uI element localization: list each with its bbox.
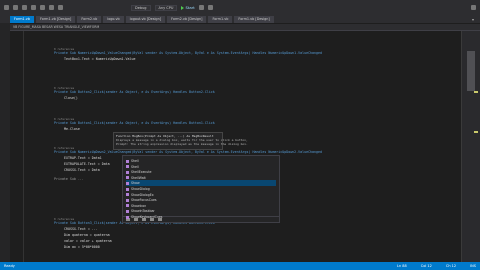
status-text: Ready <box>4 264 15 268</box>
method-icon <box>126 170 129 174</box>
forward-icon[interactable] <box>13 5 18 10</box>
code-line: TextBox1.Text = NumericUpDown1.Value <box>64 57 136 61</box>
code-line: Private Sub ... <box>54 177 84 181</box>
method-icon <box>126 181 129 185</box>
code-line: Me.Close <box>64 127 80 131</box>
scroll-marker <box>474 131 478 133</box>
tooltip-parameter: Prompt: The string expression displayed … <box>116 142 248 146</box>
platform-combo[interactable]: Any CPU <box>154 4 178 11</box>
method-icon <box>126 198 129 202</box>
code-line: valor = valor + quaterna <box>64 239 112 243</box>
status-bar: Ready Ln 88 Col 12 Ch 12 INS <box>0 262 480 270</box>
redo-icon[interactable] <box>58 5 63 10</box>
method-icon <box>126 187 129 191</box>
back-icon[interactable] <box>4 5 9 10</box>
code-line: Private Sub Button2_Click(sender As Obje… <box>54 90 215 94</box>
code-line: CROSSX.Text = ... <box>64 227 98 231</box>
code-line: Private Sub NumericUpDown1_ValueChanged(… <box>54 51 322 55</box>
code-line: Private Sub Button1_Click(sender As Obje… <box>54 121 215 125</box>
code-line: EXTRAP.Text = Data1 <box>64 156 102 160</box>
document-tabs: Form1.vb Form1.vb [Design] Form2.vb logo.vb… <box>0 15 480 23</box>
tab-6[interactable]: Form1.vb <box>208 16 233 23</box>
status-right: Ln 88 Col 12 Ch 12 INS <box>397 264 476 268</box>
feedback-icon[interactable] <box>471 5 476 10</box>
toolbox-strip <box>0 23 10 262</box>
code-line: Dim ax = 5*00*0000 <box>64 245 100 249</box>
quickinfo-tooltip: Function MsgBox(Prompt As Object, ...) A… <box>113 132 248 150</box>
tabs-dropdown-icon[interactable]: ▾ <box>472 16 474 23</box>
method-icon <box>126 165 129 169</box>
main-toolbar: Debug Any CPU Start <box>0 0 480 15</box>
tab-4[interactable]: logout.vb [Design] <box>125 16 166 23</box>
column-number[interactable]: Col 12 <box>421 264 432 268</box>
vertical-scrollbar[interactable] <box>461 31 480 262</box>
method-icon <box>126 209 129 213</box>
method-icon <box>126 159 129 163</box>
undo-icon[interactable] <box>49 5 54 10</box>
char-number[interactable]: Ch 12 <box>446 264 456 268</box>
method-icon <box>126 193 129 197</box>
save-all-icon[interactable] <box>40 5 45 10</box>
completion-item[interactable]: ShowKeyboardCues <box>126 214 186 220</box>
code-line: EXTRAPOLATE.Text = Data <box>64 162 110 166</box>
project-combo[interactable]: VB FIGURE_MASA BESAR WESA TRIANGLE_VIEWF… <box>13 25 99 29</box>
save-icon[interactable] <box>31 5 36 10</box>
method-icon <box>126 176 129 180</box>
tab-3[interactable]: logo.vb <box>103 16 124 23</box>
tab-7[interactable]: Form1.vb [Design] <box>234 16 274 23</box>
code-editor[interactable]: 0 references Private Sub NumericUpDown1_… <box>24 31 461 262</box>
code-line: Close() <box>64 96 78 100</box>
code-line: Dim quaterna = quaterna <box>64 233 110 237</box>
start-label: Start <box>185 5 195 10</box>
tab-0[interactable]: Form1.vb <box>10 16 34 23</box>
scroll-marker <box>474 91 478 93</box>
stop-icon[interactable] <box>207 5 213 10</box>
method-icon <box>126 215 129 219</box>
pause-icon[interactable] <box>198 5 204 10</box>
play-icon <box>181 5 185 10</box>
method-icon <box>126 204 129 208</box>
intellisense-list[interactable]: Shell Shell ShellExecute ShellWait Show ShowD… <box>122 155 280 223</box>
navigation-bar: VB FIGURE_MASA BESAR WESA TRIANGLE_VIEWF… <box>10 24 480 31</box>
line-number[interactable]: Ln 88 <box>397 264 407 268</box>
completion-item-label: ShowKeyboardCues <box>131 215 163 219</box>
code-line: CROSSX.Text = Data <box>64 168 100 172</box>
tab-5[interactable]: Form2.vb [Design] <box>167 16 207 23</box>
scroll-thumb[interactable] <box>467 51 475 91</box>
tab-1[interactable]: Form1.vb [Design] <box>35 16 76 23</box>
start-button[interactable]: Start <box>181 5 195 10</box>
new-file-icon[interactable] <box>22 5 27 10</box>
tab-2[interactable]: Form2.vb <box>77 16 102 23</box>
config-combo[interactable]: Debug <box>131 4 151 11</box>
insert-mode[interactable]: INS <box>470 264 476 268</box>
editor-margin <box>10 31 24 262</box>
